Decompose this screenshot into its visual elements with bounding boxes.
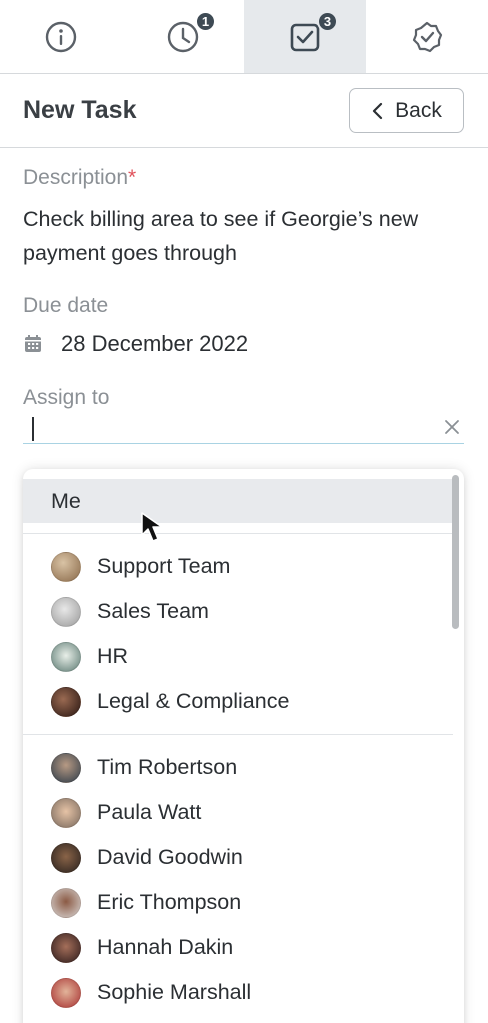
- assign-to-input[interactable]: [23, 413, 464, 444]
- assign-to-label: Assign to: [23, 386, 110, 409]
- option-sales-team[interactable]: Sales Team: [23, 589, 453, 634]
- top-tab-bar: 1 3: [0, 0, 488, 74]
- mouse-pointer-icon: [141, 512, 163, 542]
- avatar: [51, 641, 81, 672]
- page-title: New Task: [23, 96, 137, 124]
- option-label: Tim Robertson: [97, 755, 238, 779]
- due-date-field[interactable]: 28 December 2022: [23, 331, 248, 357]
- option-support-team[interactable]: Support Team: [23, 544, 453, 589]
- tab-approvals[interactable]: [366, 0, 488, 73]
- option-eric-thompson[interactable]: Eric Thompson: [23, 880, 453, 925]
- option-david-goodwin[interactable]: David Goodwin: [23, 835, 453, 880]
- dropdown-scrollbar[interactable]: [452, 475, 459, 629]
- close-icon[interactable]: [443, 418, 461, 436]
- activity-count-badge: 1: [195, 11, 216, 32]
- option-paula-watt[interactable]: Paula Watt: [23, 790, 453, 835]
- text-caret: [32, 417, 34, 441]
- chevron-left-icon: [373, 102, 383, 119]
- required-marker: *: [128, 166, 137, 189]
- tasks-count-badge: 3: [317, 11, 338, 32]
- option-legal-compliance[interactable]: Legal & Compliance: [23, 679, 453, 724]
- tab-info[interactable]: [0, 0, 122, 73]
- tab-activity[interactable]: 1: [122, 0, 244, 73]
- option-label: Eric Thompson: [97, 890, 242, 914]
- option-hannah-dakin[interactable]: Hannah Dakin: [23, 925, 453, 970]
- avatar: [51, 752, 81, 783]
- option-sophie-marshall[interactable]: Sophie Marshall: [23, 970, 453, 1015]
- divider: [23, 533, 453, 534]
- verified-check-icon: [412, 21, 443, 52]
- back-button[interactable]: Back: [349, 88, 464, 133]
- avatar: [51, 596, 81, 627]
- back-button-label: Back: [395, 98, 442, 122]
- option-label: Legal & Compliance: [97, 689, 290, 713]
- avatar: [51, 977, 81, 1008]
- avatar: [51, 686, 81, 717]
- avatar: [51, 887, 81, 918]
- description-label-text: Description: [23, 166, 129, 189]
- avatar: [51, 842, 81, 873]
- option-me[interactable]: Me: [23, 479, 453, 523]
- option-label: Sophie Marshall: [97, 980, 252, 1004]
- option-label: Sales Team: [97, 599, 209, 623]
- tab-tasks[interactable]: 3: [244, 0, 366, 73]
- description-field[interactable]: Check billing area to see if Georgie’s n…: [23, 202, 473, 270]
- option-hr[interactable]: HR: [23, 634, 453, 679]
- option-label: David Goodwin: [97, 845, 243, 869]
- option-label: Hannah Dakin: [97, 935, 234, 959]
- avatar: [51, 932, 81, 963]
- option-label: Support Team: [97, 554, 231, 578]
- calendar-icon: [25, 335, 41, 352]
- assignee-dropdown: Me Support Team Sales Team HR Legal & Co…: [23, 469, 464, 1023]
- due-date-label: Due date: [23, 294, 109, 317]
- info-icon: [45, 21, 77, 52]
- due-date-value: 28 December 2022: [61, 331, 249, 356]
- option-tim-robertson[interactable]: Tim Robertson: [23, 745, 453, 790]
- description-label: Description*: [23, 166, 136, 190]
- avatar: [51, 797, 81, 828]
- option-label: HR: [97, 644, 129, 668]
- avatar: [51, 551, 81, 582]
- divider: [23, 734, 453, 735]
- page-header: New Task Back: [0, 74, 488, 148]
- option-label: Paula Watt: [97, 800, 202, 824]
